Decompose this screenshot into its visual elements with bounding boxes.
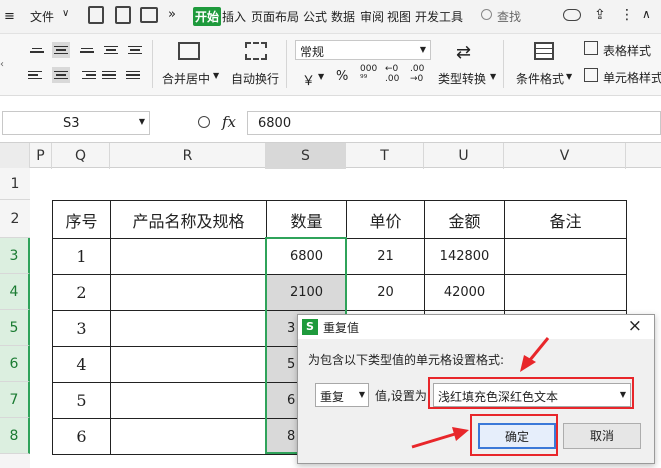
arrow-to-format-select: [520, 337, 550, 372]
arrow-to-ok-button: [411, 427, 469, 449]
annotation-arrows: [411, 337, 550, 449]
